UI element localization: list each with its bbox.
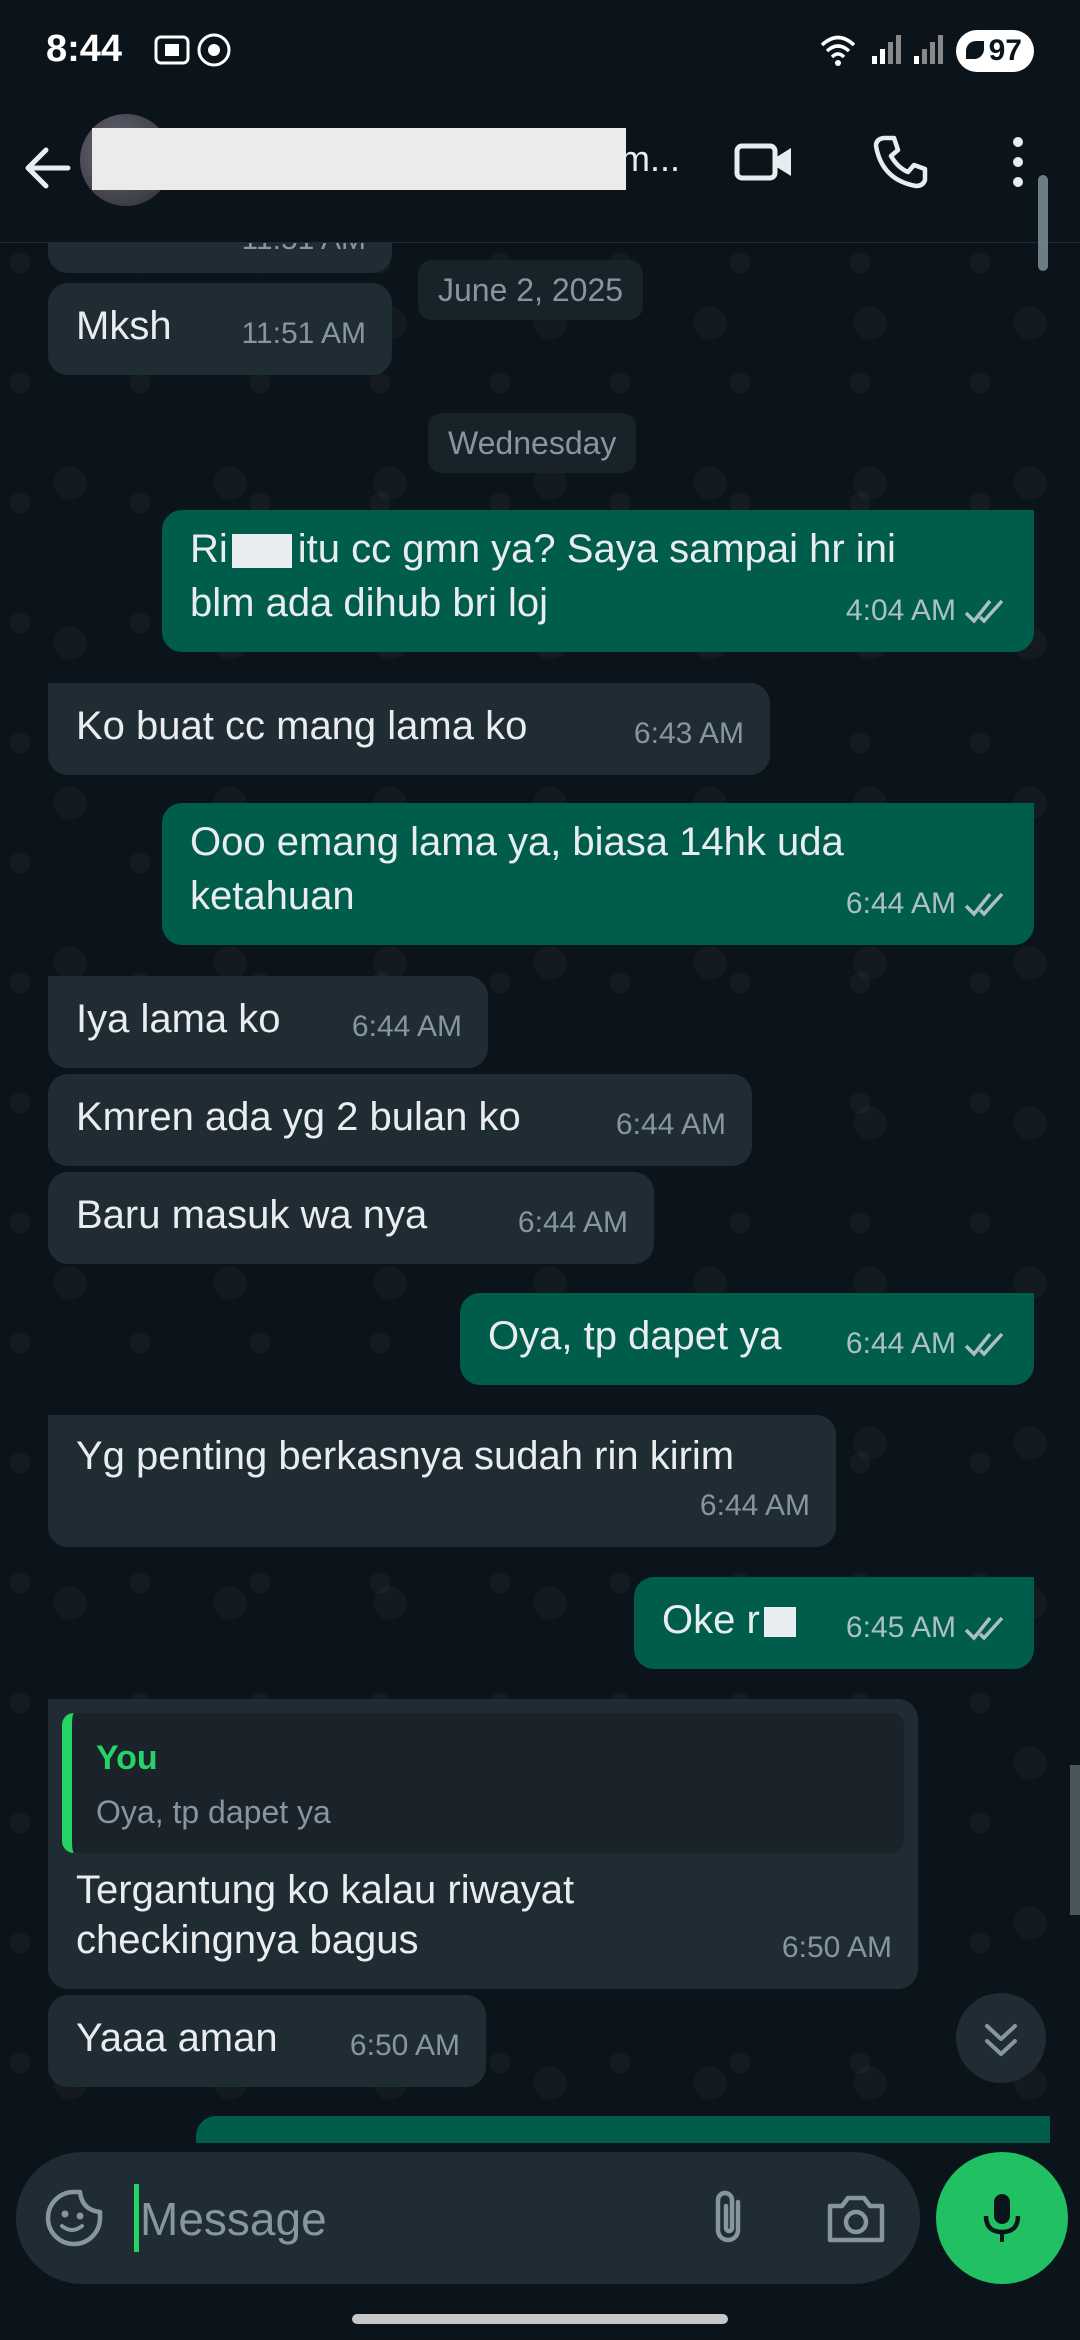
message-text: Yaaa aman — [76, 2016, 278, 2060]
status-bar: 8:44 97 — [0, 0, 1080, 100]
message-time: 6:44 AM — [615, 1108, 726, 1141]
message-text: Oke r — [662, 1593, 796, 1647]
message-time: 6:44 AM — [845, 1327, 956, 1360]
scroll-to-bottom-button[interactable] — [956, 1993, 1046, 2083]
back-arrow-icon[interactable] — [18, 138, 78, 198]
text-cursor — [134, 2184, 139, 2252]
message-status: 4:04 AM — [846, 584, 1008, 638]
message-text: Tergantung ko kalau riwayat — [76, 1868, 575, 1912]
quoted-message[interactable]: You Oya, tp dapet ya — [62, 1713, 904, 1853]
battery-level: 97 — [988, 34, 1022, 67]
sticker-emoji-icon[interactable] — [42, 2186, 106, 2250]
message-time: 6:45 AM — [845, 1611, 956, 1644]
video-call-icon[interactable] — [732, 130, 796, 194]
message-text: Iya lama ko — [76, 997, 281, 1041]
message-time: 6:44 AM — [351, 1010, 462, 1043]
date-separator: June 2, 2025 — [418, 260, 644, 320]
message-bubble-incoming[interactable]: Yg penting berkasnya sudah rin kirim 6:4… — [48, 1415, 836, 1547]
voice-message-button[interactable] — [936, 2152, 1068, 2284]
message-text: Ooo emang lama ya, biasa 14hk uda — [190, 820, 844, 864]
redacted-text — [231, 534, 292, 569]
double-check-icon — [964, 1332, 1004, 1357]
voice-call-icon[interactable] — [868, 130, 932, 194]
battery-indicator: 97 — [956, 30, 1034, 72]
message-bubble-incoming[interactable]: Iya lama ko 6:44 AM — [48, 976, 488, 1068]
message-compose-bar: Message — [16, 2152, 920, 2284]
message-time: 11:51 AM — [241, 317, 366, 350]
message-status: 6:44 AM — [846, 877, 1008, 931]
double-chevron-down-icon — [985, 2024, 1017, 2056]
message-text: Baru masuk wa nya — [76, 1193, 428, 1237]
date-separator: Wednesday — [428, 413, 637, 473]
scrollbar-thumb[interactable] — [1038, 175, 1048, 271]
message-bubble-partial[interactable] — [196, 2116, 1050, 2143]
message-bubble-outgoing[interactable]: Oke r 6:45 AM — [634, 1577, 1034, 1669]
message-time: 6:44 AM — [845, 887, 956, 920]
more-options-icon[interactable] — [1000, 130, 1064, 194]
gesture-home-bar[interactable] — [352, 2314, 728, 2324]
message-text: Ko buat cc mang lama ko — [76, 704, 528, 748]
message-bubble-incoming[interactable]: Mksh 11:51 AM — [48, 283, 392, 375]
message-bubble-incoming[interactable]: Baru masuk wa nya 6:44 AM — [48, 1172, 654, 1264]
chat-header: m... — [0, 100, 1080, 243]
camera-icon[interactable] — [822, 2186, 890, 2250]
message-text: blm ada dihub bri loj — [190, 581, 548, 625]
message-text: checkingnya bagus — [76, 1918, 419, 1962]
double-check-icon — [964, 1616, 1004, 1641]
status-time: 8:44 — [46, 28, 123, 70]
message-time: 6:50 AM — [781, 1931, 892, 1964]
battery-saver-icon — [966, 41, 984, 59]
redacted-contact-name — [92, 128, 626, 190]
message-time: 6:44 AM — [699, 1489, 810, 1522]
message-input[interactable]: Message — [140, 2192, 327, 2246]
fast-scroll-handle[interactable] — [1070, 1765, 1080, 1915]
screenshot-icon — [154, 35, 190, 65]
message-bubble-reply[interactable]: You Oya, tp dapet ya Tergantung ko kalau… — [48, 1699, 918, 1989]
message-bubble-outgoing[interactable]: Ri itu cc gmn ya? Saya sampai hr ini blm … — [162, 510, 1034, 652]
message-text: Yg penting berkasnya sudah rin kirim — [76, 1434, 735, 1478]
message-time: 6:44 AM — [517, 1206, 628, 1239]
settings-notification-icon — [197, 33, 231, 67]
attach-paperclip-icon[interactable] — [696, 2184, 764, 2252]
signal-icon-1 — [872, 35, 901, 64]
message-bubble-outgoing[interactable]: Ooo emang lama ya, biasa 14hk uda ketahu… — [162, 803, 1034, 945]
message-text: Kmren ada yg 2 bulan ko — [76, 1095, 521, 1139]
contact-name[interactable]: m... — [620, 138, 680, 180]
microphone-icon — [983, 2194, 1021, 2242]
message-status: 6:44 AM — [846, 1317, 1008, 1371]
message-text: Ri itu cc gmn ya? Saya sampai hr ini — [190, 527, 896, 571]
redacted-text — [763, 1607, 796, 1638]
signal-icon-2 — [914, 35, 943, 64]
message-bubble-incoming[interactable]: Yaaa aman 6:50 AM — [48, 1995, 486, 2087]
message-status: 6:45 AM — [846, 1601, 1008, 1655]
message-text: Oya, tp dapet ya — [488, 1314, 782, 1358]
message-bubble-partial[interactable]: 11:51 AM — [48, 243, 392, 273]
message-time: 11:51 AM — [241, 243, 366, 267]
message-text: Mksh — [76, 304, 172, 348]
message-time: 6:50 AM — [349, 2029, 460, 2062]
message-time: 6:43 AM — [633, 717, 744, 750]
message-bubble-incoming[interactable]: Ko buat cc mang lama ko 6:43 AM — [48, 683, 770, 775]
quoted-text: Oya, tp dapet ya — [96, 1794, 331, 1830]
message-text: ketahuan — [190, 874, 355, 918]
message-bubble-outgoing[interactable]: Oya, tp dapet ya 6:44 AM — [460, 1293, 1034, 1385]
wifi-icon — [820, 35, 856, 66]
chat-area[interactable]: 11:51 AM June 2, 2025 Mksh 11:51 AM Wedn… — [0, 243, 1080, 2143]
double-check-icon — [964, 599, 1004, 624]
message-time: 4:04 AM — [845, 594, 956, 627]
message-bubble-incoming[interactable]: Kmren ada yg 2 bulan ko 6:44 AM — [48, 1074, 752, 1166]
quoted-sender: You — [96, 1739, 158, 1777]
double-check-icon — [964, 892, 1004, 917]
